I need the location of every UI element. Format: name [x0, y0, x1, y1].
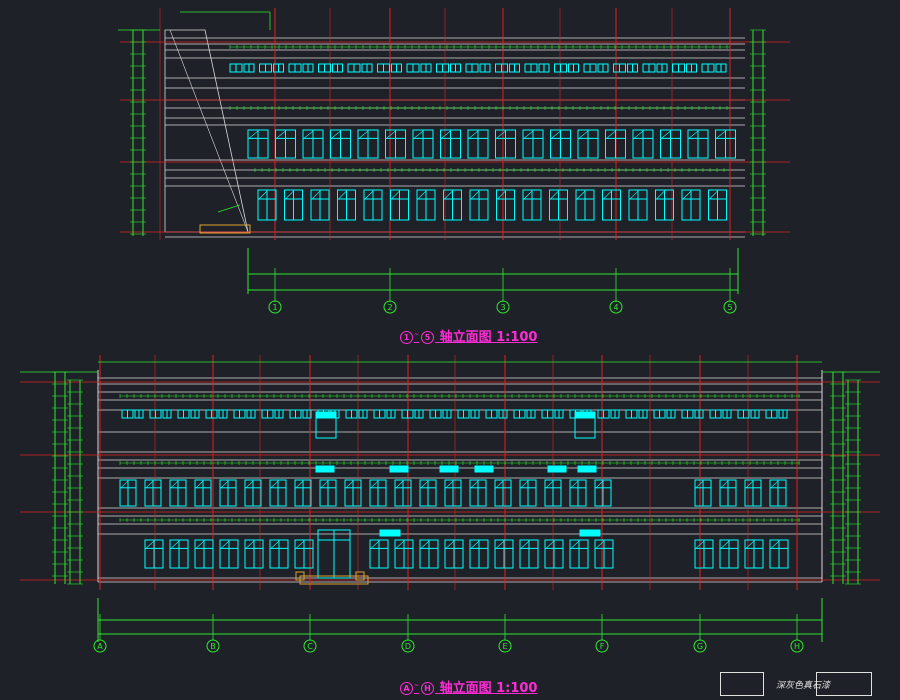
- grid-bubble-label: D: [405, 642, 411, 651]
- cyan-panel: [439, 465, 459, 473]
- title-label: 轴立面图 1:100: [439, 330, 538, 345]
- grid-bubble-label: 3: [500, 303, 505, 312]
- cyan-panel: [474, 465, 494, 473]
- grid-start-marker: A: [400, 682, 413, 695]
- grid-start-marker: 1: [400, 331, 413, 344]
- cyan-panel: [577, 465, 597, 473]
- legend-swatch-left: [720, 672, 764, 696]
- cyan-panel: [315, 465, 335, 473]
- grid-bubble-label: H: [794, 642, 800, 651]
- grid-bubble-label: 5: [727, 303, 732, 312]
- legend-swatch-right: [816, 672, 872, 696]
- grid-bubble-label: B: [210, 642, 216, 651]
- cyan-panel: [579, 529, 601, 537]
- grid-end-marker: H: [421, 682, 435, 695]
- cad-drawing: 1 2 3 4 5 A B C D E F G H: [0, 0, 900, 700]
- grid-end-marker: 5: [421, 331, 435, 344]
- grid-bubble-label: 4: [613, 303, 618, 312]
- stair-shaft-header: [574, 411, 596, 419]
- grid-bubble-label: 2: [387, 303, 392, 312]
- cyan-panel: [379, 529, 401, 537]
- grid-bubble-label: F: [600, 642, 605, 651]
- bottom-elevation-title: A ~ H 轴立面图 1:100: [400, 677, 537, 696]
- top-elevation-title: 1 ~5 轴立面图 1:100: [400, 326, 537, 345]
- grid-bubble-label: G: [697, 642, 703, 651]
- cyan-panel: [547, 465, 567, 473]
- grid-bubble-label: C: [307, 642, 313, 651]
- stair-shaft-header: [315, 411, 337, 419]
- title-label: 轴立面图 1:100: [439, 681, 538, 696]
- cyan-panel: [389, 465, 409, 473]
- grid-bubble-label: E: [502, 642, 507, 651]
- grid-bubble-label: 1: [272, 303, 277, 312]
- grid-bubble-label: A: [97, 642, 103, 651]
